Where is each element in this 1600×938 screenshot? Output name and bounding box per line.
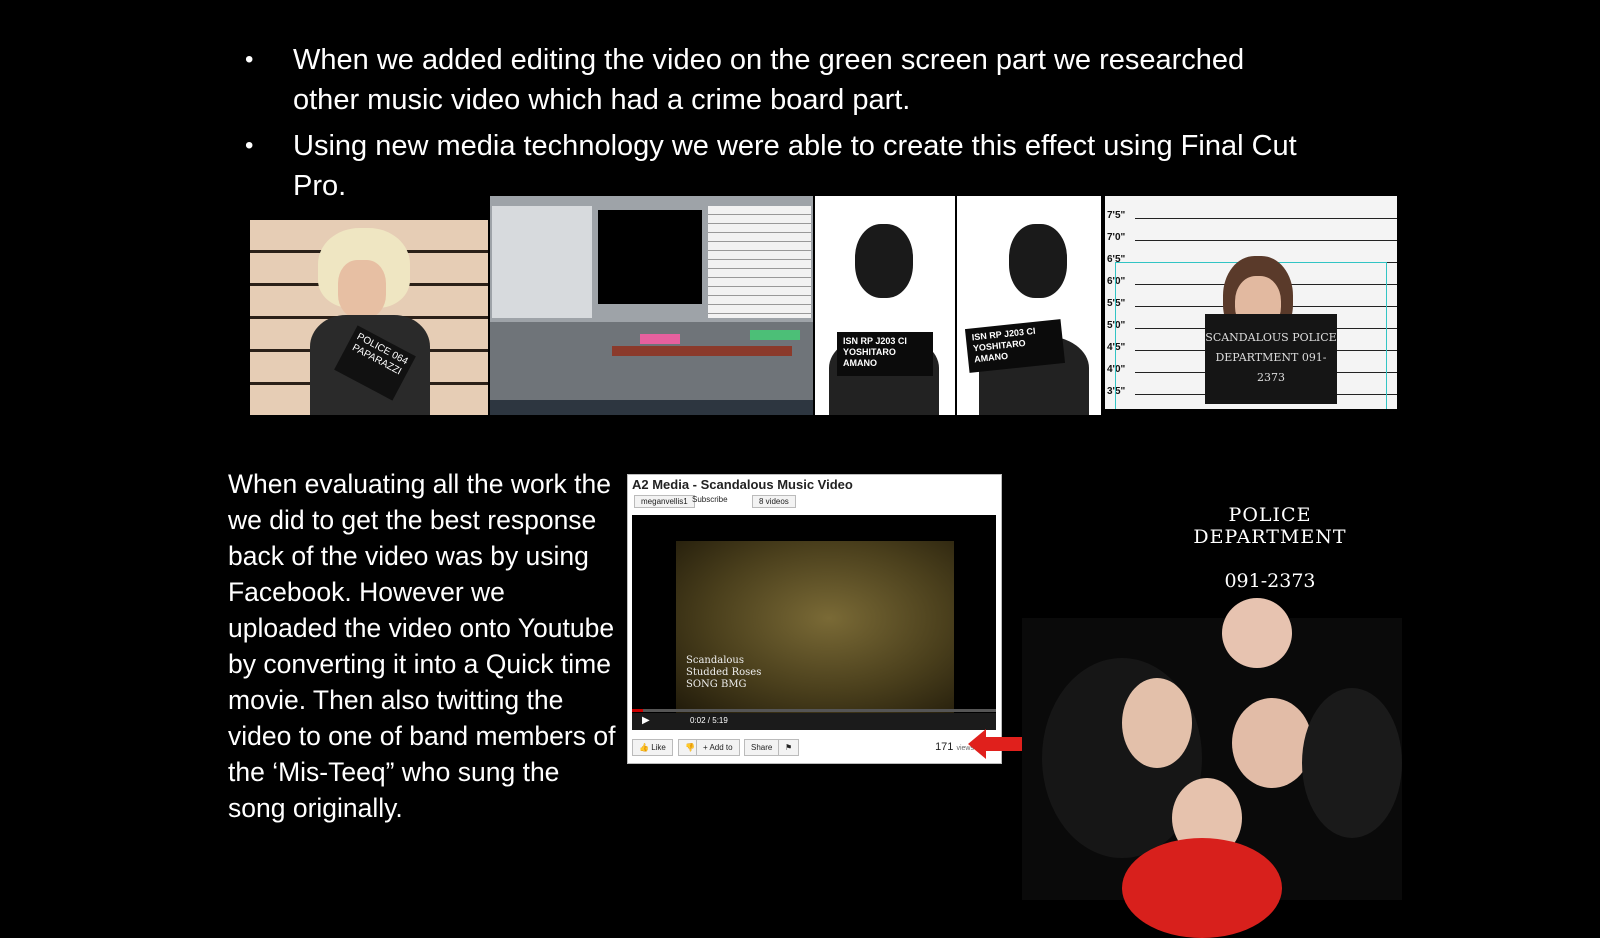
progress-bar — [632, 709, 996, 712]
mugshot-front-image: ISN RP J203 CI YOSHITARO AMANO — [815, 196, 955, 415]
height-line — [1135, 218, 1397, 219]
bullet-item: • Using new media technology we were abl… — [245, 126, 1305, 206]
fcp-browser-panel — [492, 206, 592, 318]
lineup-board: SCANDALOUS POLICE DEPARTMENT 091-2373 — [1205, 314, 1337, 404]
face-shape — [1232, 698, 1312, 788]
progress-fill — [632, 709, 643, 712]
youtube-screenshot: A2 Media - Scandalous Music Video meganv… — [627, 474, 1002, 764]
action-bar: 👍 Like 👎 + Add to Share ⚑ 171 views — [632, 737, 996, 759]
like-label: Like — [651, 743, 666, 752]
video-title: A2 Media - Scandalous Music Video — [632, 477, 853, 492]
face-shape — [1222, 598, 1292, 668]
evaluation-paragraph: When evaluating all the work the we did … — [228, 469, 616, 823]
add-to-button: + Add to — [696, 739, 740, 756]
bullet-list: • When we added editing the video on the… — [245, 40, 1305, 212]
height-line — [1135, 240, 1397, 241]
time-readout: 0:02 / 5:19 — [690, 716, 728, 725]
like-button: 👍 Like — [632, 739, 673, 756]
face-shape — [338, 260, 386, 318]
bullet-text: Using new media technology we were able … — [293, 130, 1297, 202]
bullet-text: When we added editing the video on the g… — [293, 44, 1245, 116]
head-shape — [855, 224, 913, 298]
lineup-photo-image: 7'5" 7'0" 6'5" 6'0" 5'5" 5'0" 4'5" 4'0" … — [1105, 196, 1397, 409]
height-mark: 7'5" — [1107, 210, 1126, 221]
flag-button: ⚑ — [778, 739, 800, 756]
mugshot-plate: ISN RP J203 CI YOSHITARO AMANO — [837, 332, 933, 376]
fcp-viewer-panel — [598, 210, 702, 304]
police-department-text: POLICE DEPARTMENT 091-2373 — [1150, 504, 1390, 592]
lady-gaga-mugshot-image: POLICE 064 PAPARAZZI — [250, 220, 488, 415]
police-line-2: 091-2373 — [1224, 570, 1316, 592]
mac-dock — [490, 400, 813, 415]
dress-shape — [1302, 688, 1402, 838]
video-player: Scandalous Studded Roses SONG BMG — [632, 515, 996, 730]
videos-dropdown: 8 videos — [752, 495, 796, 508]
head-shape — [1009, 224, 1067, 298]
height-mark: 7'0" — [1107, 232, 1126, 243]
red-top-shape — [1122, 838, 1282, 938]
timeline-clip — [640, 334, 680, 344]
channel-name: meganvellis1 — [634, 495, 695, 508]
face-shape — [1122, 678, 1192, 768]
share-button: Share — [744, 739, 780, 756]
caption-line: Scandalous — [686, 655, 745, 666]
bullet-item: • When we added editing the video on the… — [245, 40, 1305, 120]
timeline-clip — [750, 330, 800, 340]
player-controls: ▶ 0:02 / 5:19 — [632, 713, 996, 730]
caption-line: Studded Roses — [686, 667, 762, 678]
final-cut-pro-screenshot — [490, 196, 813, 415]
police-line-1: POLICE DEPARTMENT — [1193, 504, 1347, 548]
subscribe-button: Subscribe — [692, 495, 728, 504]
timeline-clip — [612, 346, 792, 356]
mugshot-profile-image: ISN RP J203 CI YOSHITARO AMANO — [957, 196, 1101, 415]
bullet-dot: • — [245, 46, 254, 73]
red-arrow-icon — [968, 729, 1026, 759]
bullet-dot: • — [245, 132, 254, 159]
video-caption: Scandalous Studded Roses SONG BMG — [686, 655, 761, 691]
caption-line: SONG BMG — [686, 679, 747, 690]
play-icon: ▶ — [642, 715, 650, 726]
views-number: 171 — [935, 741, 954, 753]
band-photo-image — [1022, 598, 1402, 938]
fcp-canvas-panel — [708, 206, 811, 318]
